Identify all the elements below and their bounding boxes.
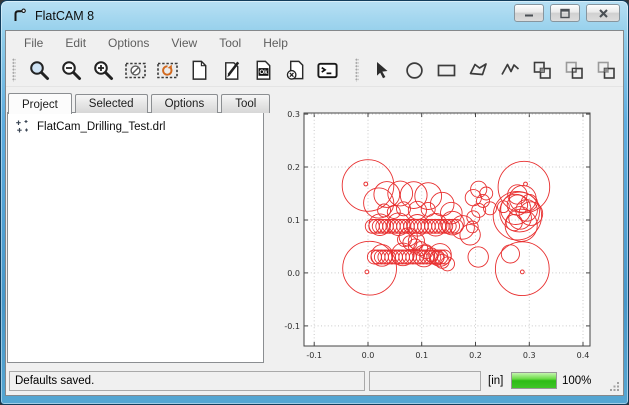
menu-item[interactable]: Edit — [54, 34, 97, 52]
svg-text:0.1: 0.1 — [287, 216, 300, 225]
status-aux-box — [369, 371, 481, 391]
menu-item[interactable]: View — [160, 34, 208, 52]
zoom-out-button[interactable] — [57, 56, 85, 84]
select-tool-button[interactable] — [368, 56, 396, 84]
circle-tool-icon — [403, 59, 426, 82]
svg-text:-0.1: -0.1 — [284, 322, 300, 331]
replot-icon — [156, 59, 179, 82]
svg-text:Ok: Ok — [259, 69, 268, 76]
svg-text:0.0: 0.0 — [362, 351, 375, 360]
units-label: [in] — [488, 371, 503, 391]
client-area: FileEditOptionsViewToolHelp — [5, 30, 624, 396]
tree-item[interactable]: FlatCam_Drilling_Test.drl — [8, 113, 263, 134]
zoom-fit-button[interactable] — [25, 56, 53, 84]
app-window: FlatCAM 8 FileEditOptionsViewToolHelp — [0, 0, 629, 405]
window-controls — [514, 4, 620, 22]
project-tree: FlatCam_Drilling_Test.drl — [7, 112, 264, 363]
zoom-in-button[interactable] — [89, 56, 117, 84]
tab[interactable]: Options — [151, 94, 219, 113]
maximize-icon — [559, 8, 571, 19]
edit-file-icon — [220, 59, 243, 82]
svg-text:0.3: 0.3 — [287, 110, 300, 119]
tab[interactable]: Tool — [221, 94, 270, 113]
plot-canvas[interactable]: -0.1 0.0 0.1 0.2 0.3 0.4 -0.1 0.0 0.1 0.2 0.3 — [268, 108, 621, 366]
polygon-subtract-icon — [595, 59, 618, 82]
new-file-icon — [188, 59, 211, 82]
drill-icon — [15, 119, 30, 134]
window-title: FlatCAM 8 — [35, 9, 94, 23]
minimize-icon — [523, 8, 535, 18]
flatcam-logo-icon — [11, 7, 28, 24]
svg-text:0.3: 0.3 — [523, 351, 536, 360]
maximize-button[interactable] — [550, 4, 580, 22]
ok-file-button[interactable]: Ok — [249, 56, 277, 84]
toolbar-drag-handle[interactable] — [355, 58, 359, 82]
svg-text:-0.1: -0.1 — [306, 351, 322, 360]
add-rectangle-button[interactable] — [432, 56, 460, 84]
zoom-out-icon — [60, 59, 83, 82]
svg-text:0.1: 0.1 — [415, 351, 428, 360]
tree-item-label: FlatCam_Drilling_Test.drl — [37, 121, 165, 133]
zoom-fit-icon — [28, 59, 51, 82]
polygon-tool-icon — [467, 59, 490, 82]
svg-text:0.0: 0.0 — [287, 269, 300, 278]
add-circle-button[interactable] — [400, 56, 428, 84]
add-path-button[interactable] — [496, 56, 524, 84]
polygon-intersection-button[interactable] — [560, 56, 588, 84]
menu-item[interactable]: Options — [97, 34, 160, 52]
clear-plot-button[interactable] — [121, 56, 149, 84]
svg-text:0.2: 0.2 — [469, 351, 482, 360]
progress-bar — [511, 372, 557, 389]
delete-object-icon — [284, 59, 307, 82]
polygon-intersection-icon — [563, 59, 586, 82]
resize-grip-icon[interactable] — [609, 380, 620, 391]
close-button[interactable] — [586, 4, 620, 22]
minimize-button[interactable] — [514, 4, 544, 22]
left-panel-tabs: ProjectSelectedOptionsTool — [8, 91, 273, 113]
zoom-in-icon — [92, 59, 115, 82]
shell-button[interactable] — [313, 56, 341, 84]
svg-text:0.2: 0.2 — [287, 163, 300, 172]
clear-plot-icon — [124, 59, 147, 82]
progress-percent-label: 100% — [562, 371, 591, 391]
tab[interactable]: Selected — [75, 94, 148, 113]
path-tool-icon — [499, 59, 522, 82]
svg-text:0.4: 0.4 — [577, 351, 590, 360]
toolbar: Ok — [6, 54, 623, 87]
add-polygon-button[interactable] — [464, 56, 492, 84]
polygon-subtract-button[interactable] — [592, 56, 620, 84]
status-bar: Defaults saved. [in] 100% — [6, 366, 623, 395]
shell-icon — [316, 59, 339, 82]
menu-item[interactable]: File — [13, 34, 54, 52]
select-arrow-icon — [371, 59, 394, 82]
tab[interactable]: Project — [8, 93, 72, 114]
new-file-button[interactable] — [185, 56, 213, 84]
progress-bar-fill — [512, 373, 556, 388]
rectangle-tool-icon — [435, 59, 458, 82]
menu-bar: FileEditOptionsViewToolHelp — [6, 32, 299, 53]
polygon-union-icon — [531, 59, 554, 82]
menu-item[interactable]: Help — [252, 34, 299, 52]
replot-button[interactable] — [153, 56, 181, 84]
edit-file-button[interactable] — [217, 56, 245, 84]
polygon-union-button[interactable] — [528, 56, 556, 84]
ok-file-icon: Ok — [252, 59, 275, 82]
plot-pane: -0.1 0.0 0.1 0.2 0.3 0.4 -0.1 0.0 0.1 0.2 0.3 — [268, 108, 621, 366]
toolbar-drag-handle[interactable] — [12, 58, 16, 82]
delete-object-button[interactable] — [281, 56, 309, 84]
menu-item[interactable]: Tool — [208, 34, 252, 52]
close-icon — [598, 8, 609, 19]
status-message: Defaults saved. — [9, 371, 365, 391]
